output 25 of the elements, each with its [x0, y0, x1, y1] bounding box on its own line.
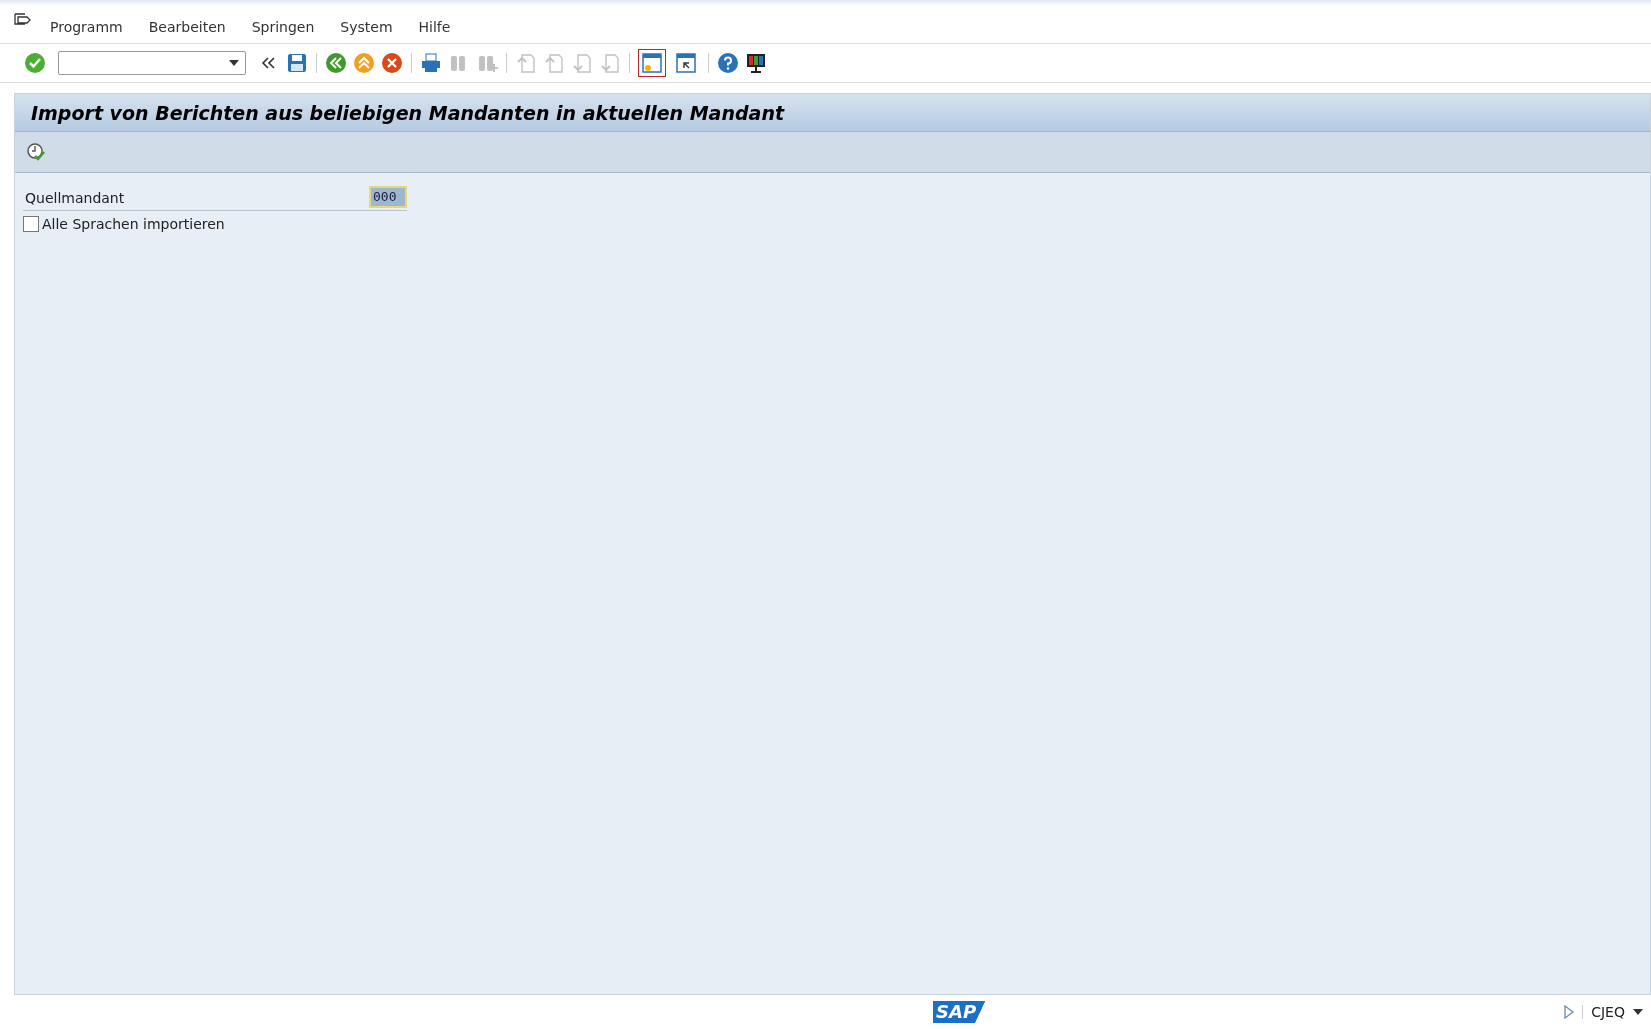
clock-check-icon[interactable] [25, 141, 47, 163]
screen-title: Import von Berichten aus beliebigen Mandanten in aktuellen Mandant [31, 101, 784, 124]
caret-icon[interactable] [1633, 1009, 1643, 1015]
input-field[interactable]: 000 [369, 185, 407, 208]
command-field[interactable] [58, 51, 246, 75]
menu-item[interactable]: Programm [50, 19, 123, 35]
dropdown-caret-icon[interactable] [229, 60, 239, 66]
monitor-icon[interactable] [745, 52, 767, 74]
checkbox[interactable] [23, 216, 39, 232]
checkbox-label: Alle Sprachen importieren [42, 216, 225, 232]
back-icon[interactable] [325, 52, 347, 74]
menu-item[interactable]: Hilfe [418, 19, 451, 35]
system-name: CJEQ [1591, 1004, 1625, 1020]
play-icon[interactable] [1564, 1005, 1584, 1019]
menu-item[interactable]: System [340, 19, 393, 35]
field-label: Quellmandant [25, 189, 125, 206]
help-icon[interactable] [717, 52, 739, 74]
new-window-icon[interactable] [638, 49, 666, 77]
save-icon[interactable] [286, 52, 308, 74]
cancel-icon[interactable] [381, 52, 403, 74]
menu-icon[interactable] [14, 13, 32, 27]
printer-icon[interactable] [420, 52, 442, 74]
checkmark-icon[interactable] [24, 52, 46, 74]
menu-item[interactable]: Bearbeiten [148, 19, 226, 35]
menu-item[interactable]: Springen [251, 19, 315, 35]
